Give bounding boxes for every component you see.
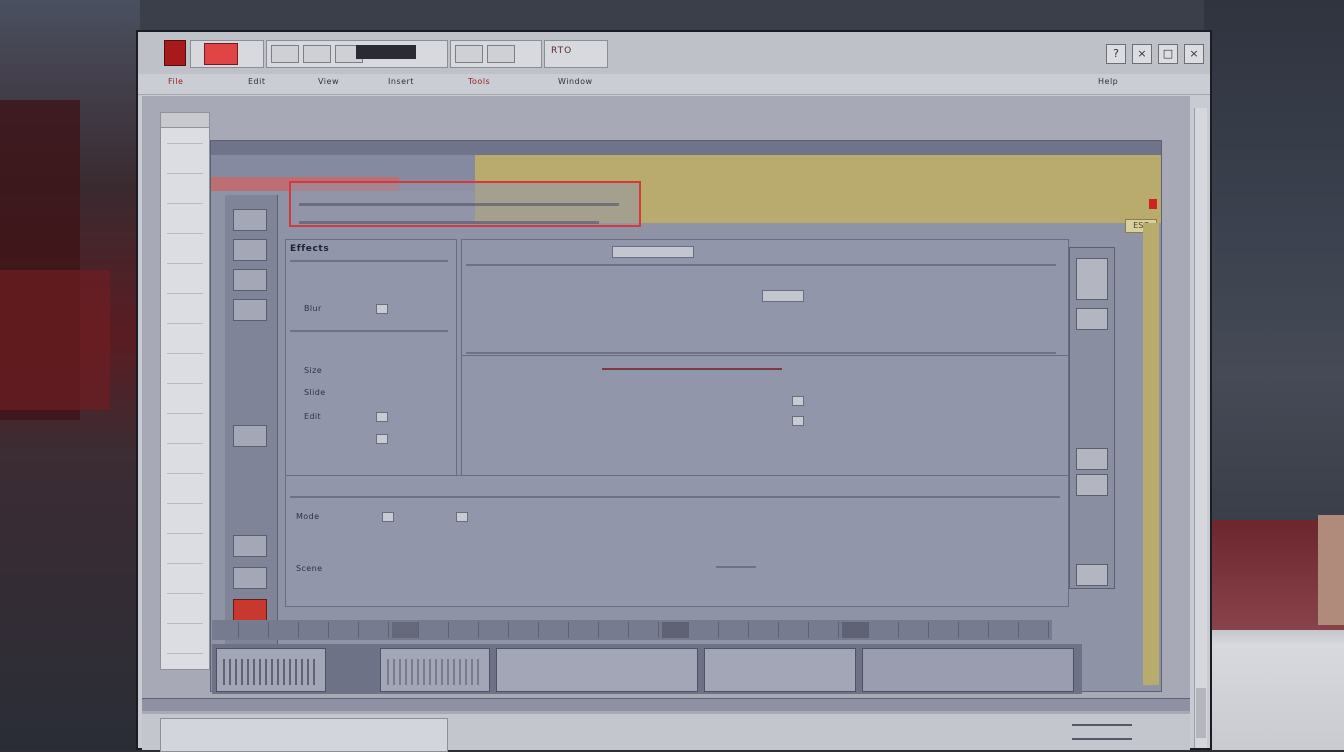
tool-button[interactable] xyxy=(233,425,267,447)
pane-heading: Effects xyxy=(290,244,330,254)
property-toggle[interactable] xyxy=(376,412,388,422)
timeline-strip[interactable] xyxy=(212,620,1052,640)
clip-thumbnail[interactable] xyxy=(862,648,1074,692)
toolbar-group-3 xyxy=(450,40,542,68)
property-toggle[interactable] xyxy=(376,434,388,444)
clip-thumbnail[interactable] xyxy=(216,648,326,692)
marker-icon[interactable] xyxy=(1149,199,1157,209)
tool-button[interactable] xyxy=(233,567,267,589)
tool-button[interactable] xyxy=(303,45,331,63)
application-body: ESC Effects Blur Size Slide Edit Mode Sc… xyxy=(142,96,1190,752)
tool-column xyxy=(225,195,278,685)
clip-thumbnail[interactable] xyxy=(496,648,698,692)
tool-button[interactable] xyxy=(1076,308,1108,330)
property-label: Size xyxy=(304,366,323,375)
menu-bar: File Edit View Insert Tools Window Help xyxy=(138,74,1210,95)
options-pane xyxy=(461,355,1069,477)
toolbar-group-4: RTO xyxy=(544,40,608,68)
lower-toggle[interactable] xyxy=(456,512,468,522)
lower-label: Scene xyxy=(296,564,323,573)
parameter-field[interactable] xyxy=(762,290,804,302)
tool-button[interactable] xyxy=(271,45,299,63)
tool-button[interactable] xyxy=(1076,564,1108,586)
toolbar-label: RTO xyxy=(551,46,573,56)
left-ruler xyxy=(160,112,210,670)
lower-label: Mode xyxy=(296,512,320,521)
tool-button[interactable] xyxy=(1076,474,1108,496)
monitor-screen: RTO ? × □ × File Edit View Insert Tools … xyxy=(136,30,1212,752)
main-toolbar: RTO ? × □ × xyxy=(138,32,1210,75)
tool-button[interactable] xyxy=(233,209,267,231)
lower-toggle[interactable] xyxy=(382,512,394,522)
right-tool-column xyxy=(1069,247,1115,589)
menu-item-insert[interactable]: Insert xyxy=(388,77,414,86)
property-label: Edit xyxy=(304,412,322,421)
menu-item-tools[interactable]: Tools xyxy=(468,77,490,86)
menu-item-window[interactable]: Window xyxy=(558,77,593,86)
right-yellow-rail xyxy=(1143,223,1159,685)
background-top xyxy=(60,0,1260,30)
background-right xyxy=(1204,0,1344,750)
dark-slider[interactable] xyxy=(356,45,416,59)
background-right-box xyxy=(1318,515,1344,625)
lower-pane: Mode Scene xyxy=(285,475,1069,607)
clip-thumbnail[interactable] xyxy=(380,648,490,692)
ruler-header xyxy=(161,113,209,128)
menu-item-help[interactable]: Help xyxy=(1098,77,1118,86)
clip-thumbnail[interactable] xyxy=(704,648,856,692)
preview-button[interactable] xyxy=(1076,258,1108,300)
document-window: ESC Effects Blur Size Slide Edit Mode Sc… xyxy=(210,140,1162,692)
menu-item-view[interactable]: View xyxy=(318,77,339,86)
minimize-icon[interactable]: × xyxy=(1132,44,1152,64)
tool-button[interactable] xyxy=(233,299,267,321)
background-left-red-object xyxy=(0,270,110,410)
property-label: Blur xyxy=(304,304,322,313)
tool-button[interactable] xyxy=(233,269,267,291)
option-toggle[interactable] xyxy=(792,416,804,426)
app-icon[interactable] xyxy=(164,40,186,66)
menu-item-edit[interactable]: Edit xyxy=(248,77,266,86)
tool-button[interactable] xyxy=(487,45,515,63)
bottom-panel xyxy=(142,714,1190,752)
bottom-left-panel xyxy=(160,718,448,752)
document-titlebar[interactable] xyxy=(211,141,1161,155)
tool-button[interactable] xyxy=(233,239,267,261)
status-bar xyxy=(142,698,1190,711)
thumbnail-strip xyxy=(212,644,1082,694)
record-tool-button[interactable] xyxy=(233,599,267,621)
tool-button[interactable] xyxy=(233,535,267,557)
help-icon[interactable]: ? xyxy=(1106,44,1126,64)
highlighted-selection[interactable] xyxy=(289,181,641,227)
tool-button[interactable] xyxy=(455,45,483,63)
record-button[interactable] xyxy=(204,43,238,65)
parameters-pane xyxy=(461,239,1069,357)
close-icon[interactable]: × xyxy=(1184,44,1204,64)
properties-pane: Effects Blur Size Slide Edit xyxy=(285,239,457,477)
tool-button[interactable] xyxy=(1076,448,1108,470)
menu-item-file[interactable]: File xyxy=(168,77,183,86)
maximize-icon[interactable]: □ xyxy=(1158,44,1178,64)
property-toggle[interactable] xyxy=(376,304,388,314)
vertical-scrollbar[interactable] xyxy=(1194,108,1207,748)
option-toggle[interactable] xyxy=(792,396,804,406)
property-label: Slide xyxy=(304,388,326,397)
parameter-field[interactable] xyxy=(612,246,694,258)
scrollbar-thumb[interactable] xyxy=(1196,688,1206,738)
